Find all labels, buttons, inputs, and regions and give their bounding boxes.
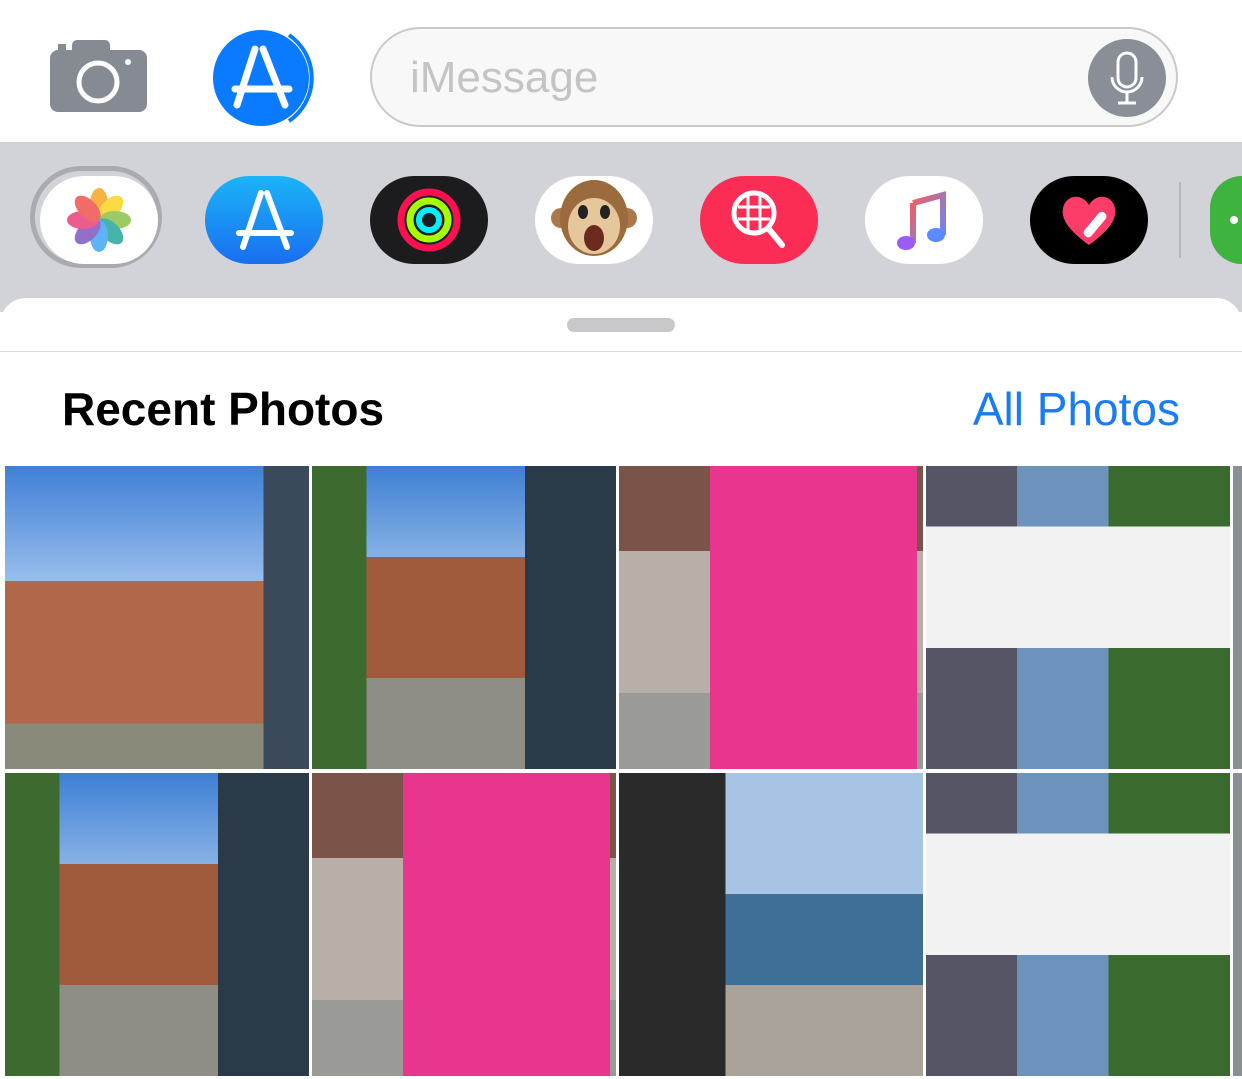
- microphone-icon[interactable]: [1088, 39, 1166, 117]
- image-search-app-button[interactable]: [700, 176, 818, 264]
- app-store-icon: [236, 190, 294, 250]
- photo-thumbnail[interactable]: [5, 466, 309, 769]
- photo-thumbnail[interactable]: [926, 773, 1230, 1076]
- activity-app-button[interactable]: [370, 176, 488, 264]
- photos-icon: [67, 188, 131, 252]
- photo-thumbnail[interactable]: [312, 466, 616, 769]
- more-icon: [1230, 216, 1238, 224]
- app-store-app-button[interactable]: [205, 176, 323, 264]
- photo-thumbnail[interactable]: [619, 773, 923, 1076]
- app-drawer: [0, 142, 1242, 312]
- sheet-grabber[interactable]: [567, 318, 675, 332]
- camera-icon[interactable]: [50, 40, 147, 112]
- imessage-placeholder: iMessage: [410, 53, 599, 102]
- music-app-button[interactable]: [865, 176, 983, 264]
- imessage-input[interactable]: iMessage: [370, 27, 1178, 127]
- photo-thumbnail[interactable]: [5, 773, 309, 1076]
- photo-thumbnail-partial[interactable]: [1233, 773, 1242, 1076]
- animoji-app-button[interactable]: [535, 176, 653, 264]
- all-photos-link[interactable]: All Photos: [973, 382, 1180, 436]
- sheet-divider: [0, 351, 1242, 352]
- photo-thumbnail[interactable]: [926, 466, 1230, 769]
- drawer-divider: [1179, 182, 1181, 258]
- globe-search-icon: [731, 190, 785, 248]
- photo-thumbnail-partial[interactable]: [1233, 466, 1242, 769]
- photos-app-button[interactable]: [40, 176, 158, 264]
- app-store-icon[interactable]: [211, 25, 317, 131]
- music-note-icon: [897, 191, 946, 250]
- more-app-button[interactable]: [1210, 176, 1242, 264]
- recent-photos-title: Recent Photos: [62, 383, 385, 435]
- photo-thumbnail[interactable]: [312, 773, 616, 1076]
- input-bar: iMessage: [0, 0, 1242, 142]
- activity-rings-icon: [397, 188, 461, 252]
- photo-thumbnail[interactable]: [619, 466, 923, 769]
- heart-touch-icon: [1062, 196, 1116, 245]
- monkey-animoji-icon: [551, 180, 637, 256]
- digital-touch-app-button[interactable]: [1030, 176, 1148, 264]
